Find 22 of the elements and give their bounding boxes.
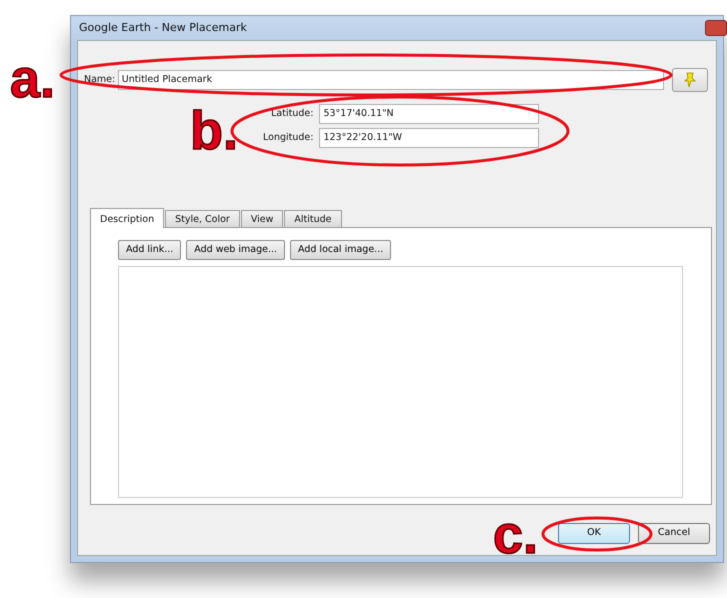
add-button[interactable]: Add local image... <box>290 240 392 260</box>
annotation-label: c. <box>493 508 538 562</box>
window-title: Google Earth - New Placemark <box>79 20 247 36</box>
longitude-label: Longitude: <box>263 130 314 145</box>
annotation-label: b. <box>190 104 238 158</box>
name-label: Name: <box>84 72 116 87</box>
tab[interactable]: Style, Color <box>165 210 240 227</box>
cancel-button[interactable]: Cancel <box>638 523 710 544</box>
add-button[interactable]: Add web image... <box>186 240 286 260</box>
latitude-field[interactable]: 53°17'40.11"N <box>319 104 540 124</box>
tab[interactable]: Altitude <box>284 210 342 227</box>
add-button[interactable]: Add link... <box>118 240 182 260</box>
longitude-field[interactable]: 123°22'20.11"W <box>319 128 540 148</box>
pin-icon-button[interactable] <box>672 68 708 92</box>
latitude-label: Latitude: <box>270 106 314 121</box>
annotation-label: a. <box>10 52 56 106</box>
tab[interactable]: Description <box>90 208 164 228</box>
tab[interactable]: View <box>240 210 284 227</box>
close-button[interactable] <box>705 20 727 36</box>
ok-button[interactable]: OK <box>558 523 630 544</box>
pushpin-icon <box>682 72 697 88</box>
name-field[interactable]: Untitled Placemark <box>118 70 664 90</box>
